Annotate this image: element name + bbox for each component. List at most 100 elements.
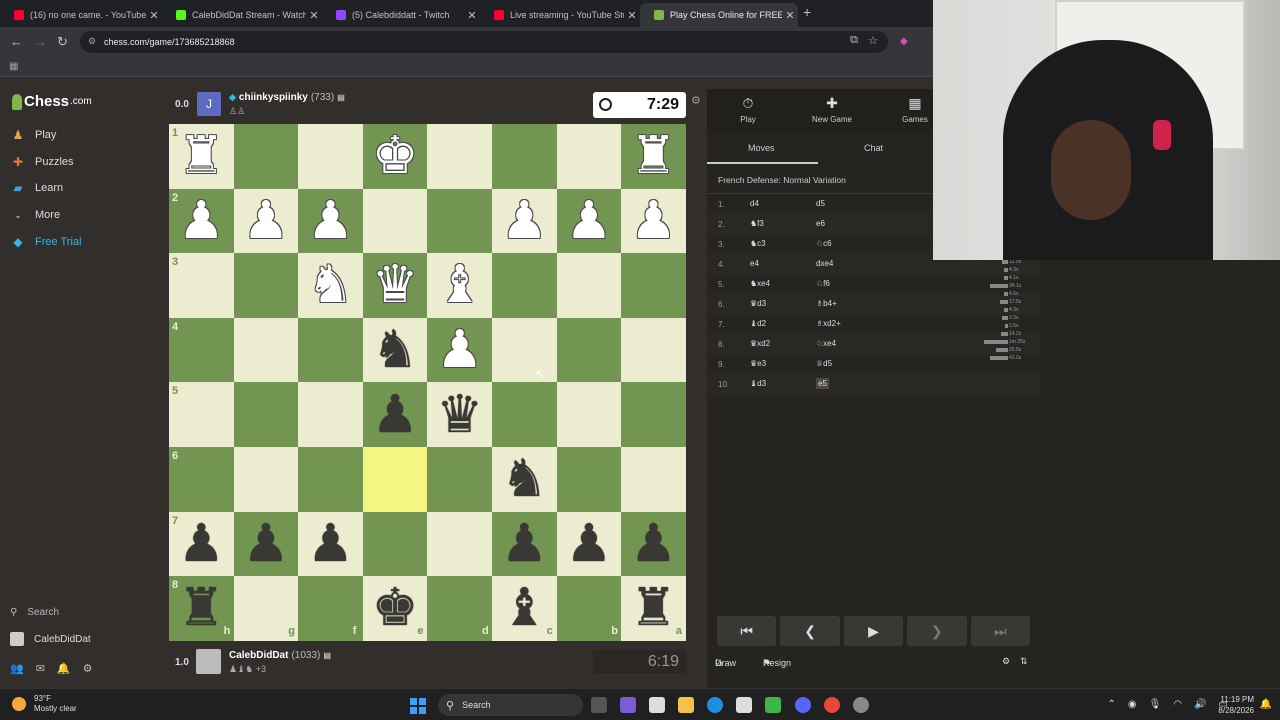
volume-icon[interactable]: 🔊 [1194, 699, 1206, 710]
chess-com-logo[interactable]: Chess .com [12, 93, 92, 110]
tab-chat[interactable]: Chat [864, 143, 883, 153]
board-square[interactable] [427, 124, 493, 189]
black-move[interactable]: ♘xe4 [816, 339, 836, 348]
close-tab-icon[interactable]: ✕ [464, 9, 480, 22]
extension-icon[interactable]: ◆ [900, 36, 908, 47]
site-info-icon[interactable]: ⚙ [88, 36, 96, 47]
sidebar-search[interactable]: ⚲ Search [10, 607, 59, 618]
board-square[interactable] [621, 253, 687, 319]
black-pawn-icon[interactable]: ♟ [363, 382, 428, 447]
browser-tab[interactable]: Live streaming - YouTube Studi... ✕ [480, 3, 640, 27]
board-square[interactable] [427, 188, 493, 254]
white-pawn-icon[interactable]: ♟ [621, 189, 686, 254]
edge-icon[interactable] [707, 697, 723, 713]
board-square[interactable] [233, 253, 299, 319]
black-move[interactable]: ♘c6 [816, 239, 832, 248]
sidebar-item-free-trial[interactable]: ◆ Free Trial [10, 235, 81, 249]
black-pawn-icon[interactable]: ♟ [234, 512, 299, 577]
black-rook-icon[interactable]: ♜ [621, 576, 686, 641]
board-square[interactable] [298, 447, 364, 512]
browser-tab[interactable]: (5) Calebdiddatt - Twitch ✕ [322, 3, 480, 27]
board-square[interactable] [621, 447, 687, 512]
black-pawn-icon[interactable]: ♟ [298, 512, 363, 577]
white-move[interactable]: ♛d3 [750, 299, 766, 308]
board-square[interactable] [427, 511, 493, 577]
white-move[interactable]: ♞c3 [750, 239, 766, 248]
new-tab-icon[interactable]: + [803, 4, 811, 20]
black-move[interactable]: e6 [816, 219, 825, 228]
board-square[interactable] [556, 124, 622, 189]
white-pawn-icon[interactable]: ♟ [298, 189, 363, 254]
store-icon[interactable] [736, 697, 752, 713]
board-settings-gear-icon[interactable]: ⚙ [691, 94, 701, 107]
board-square[interactable] [362, 447, 428, 512]
white-king-icon[interactable]: ♚ [363, 124, 428, 189]
play-button[interactable]: ▶ [843, 616, 904, 646]
tray-chevron-icon[interactable]: ⌃ [1108, 699, 1116, 710]
close-tab-icon[interactable]: ✕ [624, 9, 640, 22]
board-square[interactable] [233, 317, 299, 383]
black-move[interactable]: ♕d5 [816, 359, 832, 368]
flip-board-icon[interactable]: ⇅ [1020, 656, 1028, 667]
board-square[interactable] [492, 124, 557, 189]
chrome-icon[interactable] [824, 697, 840, 713]
sidebar-item-learn[interactable]: ▰ Learn [10, 181, 63, 195]
black-pawn-icon[interactable]: ♟ [492, 512, 557, 577]
lock-app-icon[interactable] [765, 697, 781, 713]
messages-icon[interactable]: ✉ [36, 662, 45, 675]
white-rook-icon[interactable]: ♜ [621, 124, 686, 189]
board-square[interactable] [169, 447, 234, 512]
reload-icon[interactable]: ↻ [57, 34, 68, 50]
tab-moves[interactable]: Moves [748, 143, 775, 153]
black-queen-icon[interactable]: ♛ [427, 382, 492, 447]
url-field[interactable]: ⚙ chess.com/game/173685218868 ⧉ ☆ [80, 31, 888, 53]
black-pawn-icon[interactable]: ♟ [621, 512, 686, 577]
top-player-avatar[interactable]: J [197, 92, 221, 116]
network-icon[interactable]: ◉ [1128, 699, 1137, 710]
white-pawn-icon[interactable]: ♟ [557, 189, 622, 254]
black-move[interactable]: ♗xd2+ [816, 319, 841, 328]
white-move[interactable]: ♛e3 [750, 359, 766, 368]
board-square[interactable] [556, 447, 622, 512]
sidebar-item-puzzles[interactable]: ✚ Puzzles [10, 155, 74, 169]
white-pawn-icon[interactable]: ♟ [169, 189, 234, 254]
microphone-icon[interactable]: 🎙 [1149, 699, 1162, 710]
white-move[interactable]: ♞f3 [750, 219, 764, 228]
black-pawn-icon[interactable]: ♟ [169, 512, 234, 577]
board-square[interactable] [492, 317, 557, 383]
white-move[interactable]: e4 [750, 259, 759, 268]
board-square[interactable] [556, 317, 622, 383]
settings-gear-icon[interactable]: ⚙ [83, 662, 93, 675]
black-move[interactable]: e5 [816, 378, 829, 389]
black-bishop-icon[interactable]: ♝ [492, 576, 557, 641]
black-knight-icon[interactable]: ♞ [363, 318, 428, 383]
taskbar-clock[interactable]: 11:19 PM 8/28/2026 [1218, 694, 1254, 716]
browser-tab-active[interactable]: Play Chess Online for FREE - 2 P... ✕ [640, 3, 798, 27]
board-square[interactable] [233, 124, 299, 189]
white-pawn-icon[interactable]: ♟ [234, 189, 299, 254]
friends-icon[interactable]: 👥 [10, 662, 24, 675]
forward-icon[interactable]: → [34, 34, 47, 49]
black-king-icon[interactable]: ♚ [363, 576, 428, 641]
task-view-icon[interactable] [591, 697, 607, 713]
black-rook-icon[interactable]: ♜ [169, 576, 234, 641]
install-app-icon[interactable]: ⧉ [850, 34, 858, 47]
board-square[interactable] [362, 188, 428, 254]
black-move[interactable]: ♘f6 [816, 279, 830, 288]
previous-move-button[interactable]: ❮ [780, 616, 840, 646]
white-knight-icon[interactable]: ♞ [298, 253, 363, 318]
sidebar-user[interactable]: CalebDidDat [10, 632, 91, 646]
board-square[interactable] [492, 382, 557, 448]
board-square[interactable] [362, 511, 428, 577]
analysis-icon[interactable]: ⚙ [1002, 656, 1010, 667]
board-square[interactable] [169, 253, 234, 319]
black-pawn-icon[interactable]: ♟ [557, 512, 622, 577]
sidebar-item-play[interactable]: ♟ Play [10, 128, 57, 142]
weather-widget[interactable]: 93°F Mostly clear [12, 694, 77, 714]
back-icon[interactable]: ← [10, 34, 23, 49]
white-queen-icon[interactable]: ♛ [363, 253, 428, 318]
black-knight-icon[interactable]: ♞ [492, 447, 557, 512]
discord-icon[interactable] [795, 697, 811, 713]
board-square[interactable] [556, 253, 622, 319]
board-square[interactable] [556, 382, 622, 448]
